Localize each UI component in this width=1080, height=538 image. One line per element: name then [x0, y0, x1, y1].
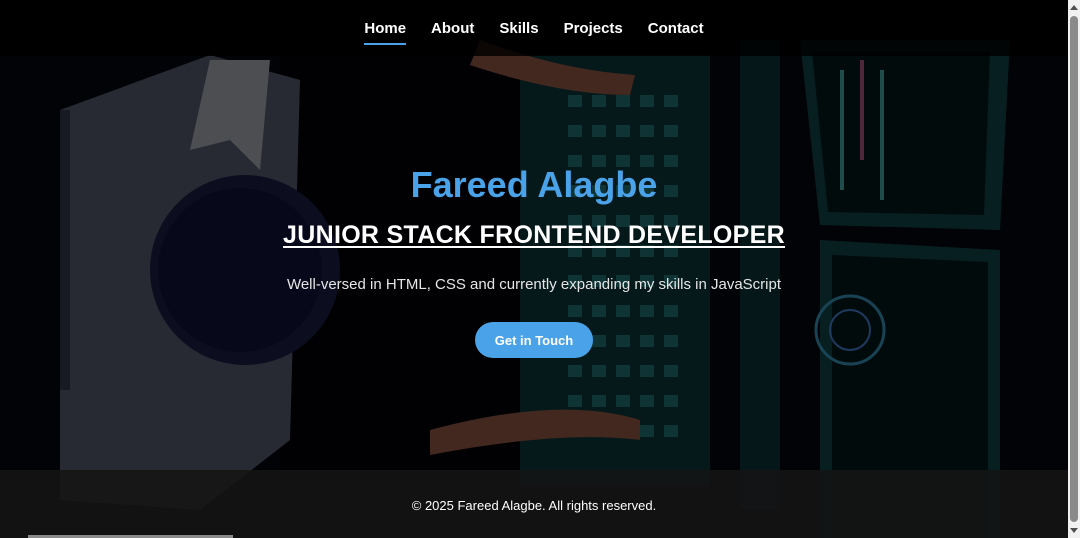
scroll-down-arrow-icon[interactable]: [1070, 528, 1078, 533]
nav-link-contact[interactable]: Contact: [648, 14, 704, 43]
hero-role: JUNIOR STACK FRONTEND DEVELOPER: [283, 221, 785, 249]
scroll-up-arrow-icon[interactable]: [1070, 5, 1078, 10]
footer-copyright: © 2025 Fareed Alagbe. All rights reserve…: [411, 497, 657, 513]
hero-section: Fareed Alagbe JUNIOR STACK FRONTEND DEVE…: [0, 56, 1068, 470]
hero-name: Fareed Alagbe: [410, 164, 658, 205]
scrollbar-thumb[interactable]: [1070, 16, 1078, 522]
nav-link-home[interactable]: Home: [364, 14, 406, 45]
nav-link-skills[interactable]: Skills: [499, 14, 538, 43]
page-footer: © 2025 Fareed Alagbe. All rights reserve…: [0, 470, 1068, 538]
hero-tagline: Well-versed in HTML, CSS and currently e…: [286, 276, 782, 293]
nav-link-projects[interactable]: Projects: [564, 14, 623, 43]
get-in-touch-button[interactable]: Get in Touch: [475, 322, 593, 358]
nav-link-about[interactable]: About: [431, 14, 474, 43]
vertical-scrollbar[interactable]: [1068, 0, 1080, 538]
page-viewport: Home About Skills Projects Contact Faree…: [0, 0, 1080, 538]
top-navbar: Home About Skills Projects Contact: [0, 0, 1068, 56]
